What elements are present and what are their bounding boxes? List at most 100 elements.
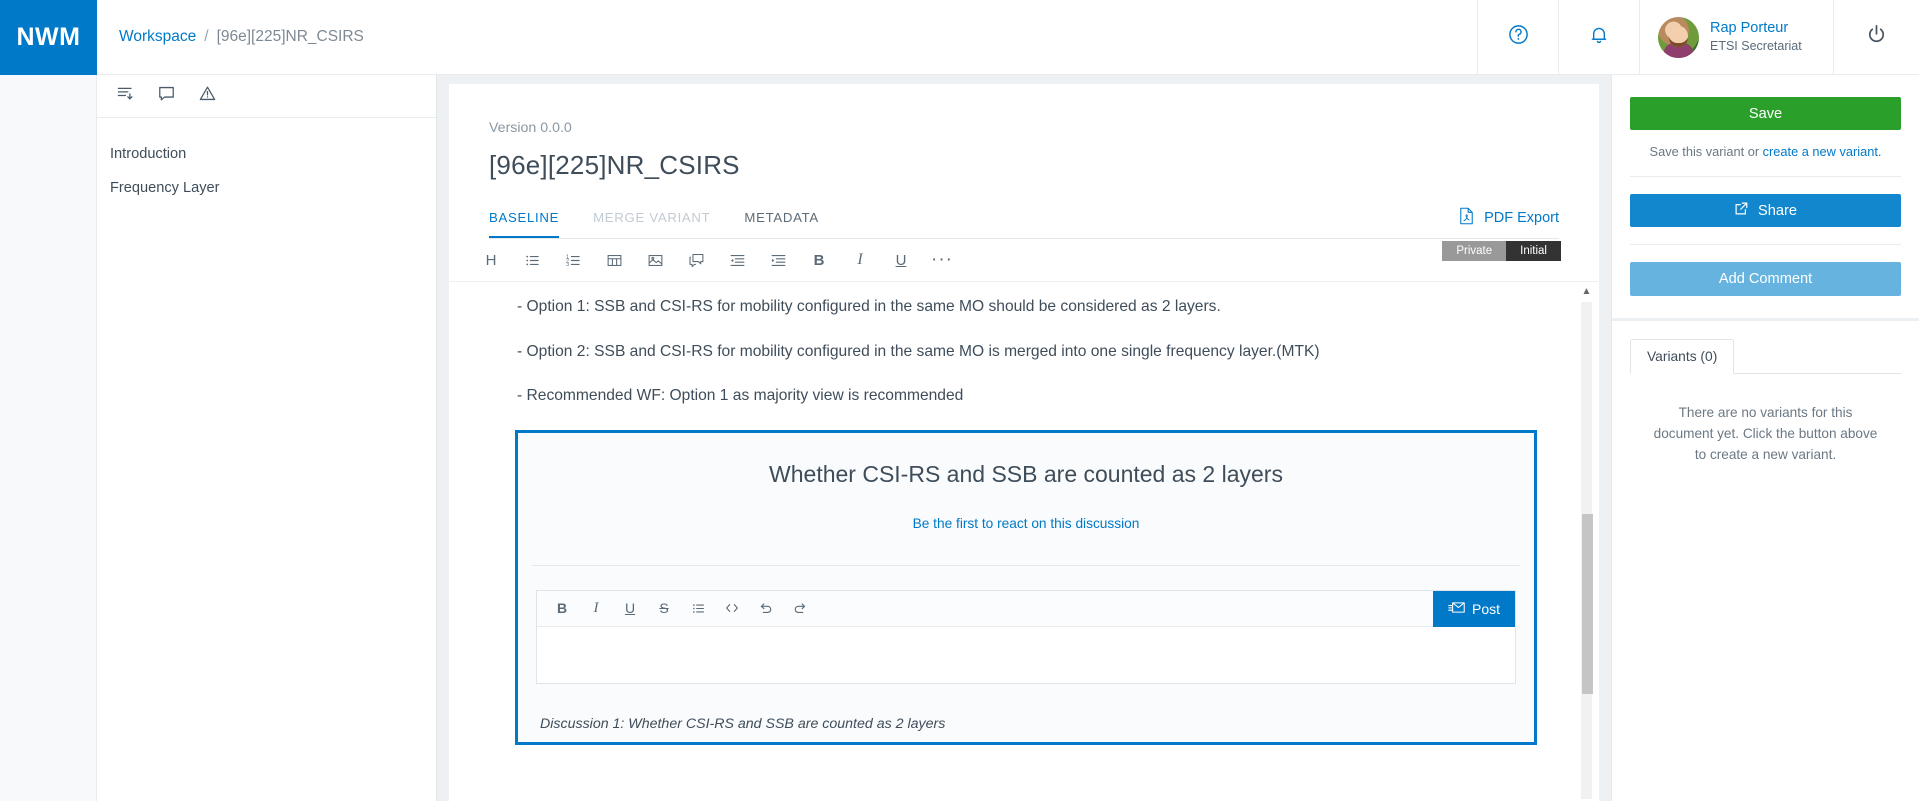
user-menu[interactable]: Rap Porteur ETSI Secretariat xyxy=(1639,0,1834,74)
add-comment-button[interactable]: Add Comment xyxy=(1630,262,1901,296)
undo-icon[interactable] xyxy=(751,595,781,621)
right-panel: Save Save this variant or create a new v… xyxy=(1611,75,1919,801)
breadcrumb: Workspace / [96e][225]NR_CSIRS xyxy=(97,0,1477,75)
underline-icon[interactable]: U xyxy=(615,595,645,621)
image-icon[interactable] xyxy=(640,247,670,273)
tab-variants[interactable]: Variants (0) xyxy=(1630,339,1735,374)
comment-toolbar: B I U S Post xyxy=(537,590,1515,627)
variants-section: Variants (0) There are no variants for t… xyxy=(1612,321,1919,465)
outdent-icon[interactable] xyxy=(722,247,752,273)
divider xyxy=(1630,176,1901,177)
outline-toolbar xyxy=(97,75,436,118)
send-icon xyxy=(1448,600,1465,618)
logout-button[interactable] xyxy=(1834,0,1919,74)
document-card: Version 0.0.0 [96e][225]NR_CSIRS Private… xyxy=(449,84,1599,801)
document-paragraph: - Option 2: SSB and CSI-RS for mobility … xyxy=(517,342,1320,360)
divider xyxy=(532,564,1520,566)
italic-icon[interactable]: I xyxy=(845,247,875,273)
body-region: Introduction Frequency Layer Version 0.0… xyxy=(0,75,1919,801)
notifications-button[interactable] xyxy=(1558,0,1639,74)
scrollbar-track[interactable] xyxy=(1581,302,1593,799)
strikethrough-icon[interactable]: S xyxy=(649,595,679,621)
left-rail xyxy=(0,75,97,801)
sidebar-item-introduction[interactable]: Introduction xyxy=(110,140,436,174)
numbered-list-icon[interactable]: 1 2 3 xyxy=(558,247,588,273)
top-bar: NWM Workspace / [96e][225]NR_CSIRS Rap P… xyxy=(0,0,1919,75)
create-variant-link[interactable]: create a new variant. xyxy=(1763,144,1882,159)
document-paragraph: - Option 1: SSB and CSI-RS for mobility … xyxy=(517,298,1221,315)
outline-list: Introduction Frequency Layer xyxy=(97,118,436,208)
comment-input[interactable] xyxy=(537,627,1515,683)
tab-merge-variant: MERGE VARIANT xyxy=(593,210,711,225)
save-note-prefix: Save this variant or xyxy=(1649,144,1763,159)
user-name: Rap Porteur xyxy=(1710,19,1789,36)
comment-icon[interactable] xyxy=(681,247,711,273)
scrollbar-thumb[interactable] xyxy=(1582,514,1593,694)
document-scrollbar[interactable]: ▲ xyxy=(1580,282,1593,801)
document-version: Version 0.0.0 xyxy=(489,120,572,136)
bold-icon[interactable]: B xyxy=(547,595,577,621)
outline-icon[interactable] xyxy=(116,84,135,108)
discussion-block: Whether CSI-RS and SSB are counted as 2 … xyxy=(515,429,1537,745)
bullet-list-icon[interactable] xyxy=(517,247,547,273)
document-paragraph: - Recommended WF: Option 1 as majority v… xyxy=(517,387,964,405)
variants-empty-message: There are no variants for this document … xyxy=(1653,405,1878,463)
document-tabs: BASELINE MERGE VARIANT METADATA PDF Expo… xyxy=(489,207,1559,239)
document-badges: Private Initial xyxy=(1442,241,1561,261)
document-content: - Option 1: SSB and CSI-RS for mobility … xyxy=(449,282,1599,801)
redo-icon[interactable] xyxy=(785,595,815,621)
page-title: [96e][225]NR_CSIRS xyxy=(489,150,740,180)
status-badge-state[interactable]: Initial xyxy=(1506,241,1561,261)
pdf-icon xyxy=(1458,207,1475,229)
right-panel-actions: Save Save this variant or create a new v… xyxy=(1612,75,1919,296)
bullet-list-icon[interactable] xyxy=(683,595,713,621)
discussion-footer-note: Discussion 1: Whether CSI-RS and SSB are… xyxy=(540,715,946,732)
variants-tablist: Variants (0) xyxy=(1630,339,1901,374)
document-header: Version 0.0.0 [96e][225]NR_CSIRS xyxy=(449,84,1599,181)
status-badge-visibility[interactable]: Private xyxy=(1442,241,1507,261)
discussion-react-link[interactable]: Be the first to react on this discussion xyxy=(518,488,1534,565)
svg-text:3: 3 xyxy=(566,262,569,268)
share-button[interactable]: Share xyxy=(1630,194,1901,227)
comment-composer: B I U S Post xyxy=(536,589,1516,684)
discussion-title: Whether CSI-RS and SSB are counted as 2 … xyxy=(769,460,1283,487)
underline-icon[interactable]: U xyxy=(886,247,916,273)
save-note: Save this variant or create a new varian… xyxy=(1630,144,1901,159)
avatar xyxy=(1658,16,1699,58)
application-window: NWM Workspace / [96e][225]NR_CSIRS Rap P… xyxy=(0,0,1919,801)
share-label: Share xyxy=(1758,202,1797,219)
pdf-export-label: PDF Export xyxy=(1484,210,1559,226)
editor-toolbar: H 1 2 3 B I U ··· xyxy=(450,239,1598,282)
divider xyxy=(1630,244,1901,245)
top-bar-actions: Rap Porteur ETSI Secretariat xyxy=(1477,0,1919,75)
code-icon[interactable] xyxy=(717,595,747,621)
document-outline-pane: Introduction Frequency Layer xyxy=(97,75,437,801)
indent-icon[interactable] xyxy=(763,247,793,273)
pdf-export-button[interactable]: PDF Export xyxy=(1458,207,1559,238)
app-logo[interactable]: NWM xyxy=(0,0,97,75)
post-label: Post xyxy=(1471,600,1500,617)
help-icon xyxy=(1507,23,1530,51)
breadcrumb-workspace-link[interactable]: Workspace xyxy=(119,28,196,46)
tab-baseline[interactable]: BASELINE xyxy=(489,210,560,238)
external-link-icon xyxy=(1734,201,1749,220)
save-button[interactable]: Save xyxy=(1630,97,1901,130)
heading-icon[interactable]: H xyxy=(476,247,506,273)
more-icon[interactable]: ··· xyxy=(927,247,957,273)
table-icon[interactable] xyxy=(599,247,629,273)
tab-list: BASELINE MERGE VARIANT METADATA xyxy=(489,210,819,238)
bell-icon xyxy=(1588,24,1610,51)
help-button[interactable] xyxy=(1477,0,1558,74)
comment-icon[interactable] xyxy=(157,84,176,108)
post-button[interactable]: Post xyxy=(1432,590,1515,627)
breadcrumb-current: [96e][225]NR_CSIRS xyxy=(216,28,364,45)
sidebar-item-frequency-layer[interactable]: Frequency Layer xyxy=(110,174,436,208)
power-icon xyxy=(1865,23,1888,51)
warning-icon[interactable] xyxy=(198,84,217,108)
scroll-up-icon[interactable]: ▲ xyxy=(1580,286,1593,297)
user-role: ETSI Secretariat xyxy=(1710,39,1802,54)
bold-icon[interactable]: B xyxy=(804,247,834,273)
tab-metadata[interactable]: METADATA xyxy=(744,210,818,238)
italic-icon[interactable]: I xyxy=(581,595,611,621)
document-area: Version 0.0.0 [96e][225]NR_CSIRS Private… xyxy=(437,75,1611,801)
